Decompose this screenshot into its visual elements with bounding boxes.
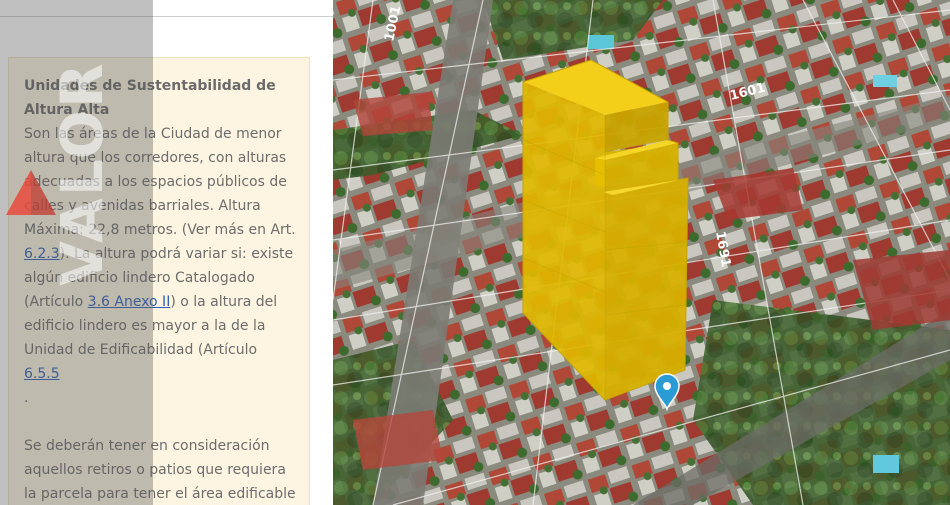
map-3d-view[interactable]: 1001 1601 1691: [333, 0, 950, 505]
watermark-text: VALOR: [48, 61, 116, 286]
satellite-map[interactable]: 1001 1601 1691: [333, 0, 950, 505]
info-panel: Unidades de Sustentabilidad de Altura Al…: [0, 0, 334, 505]
